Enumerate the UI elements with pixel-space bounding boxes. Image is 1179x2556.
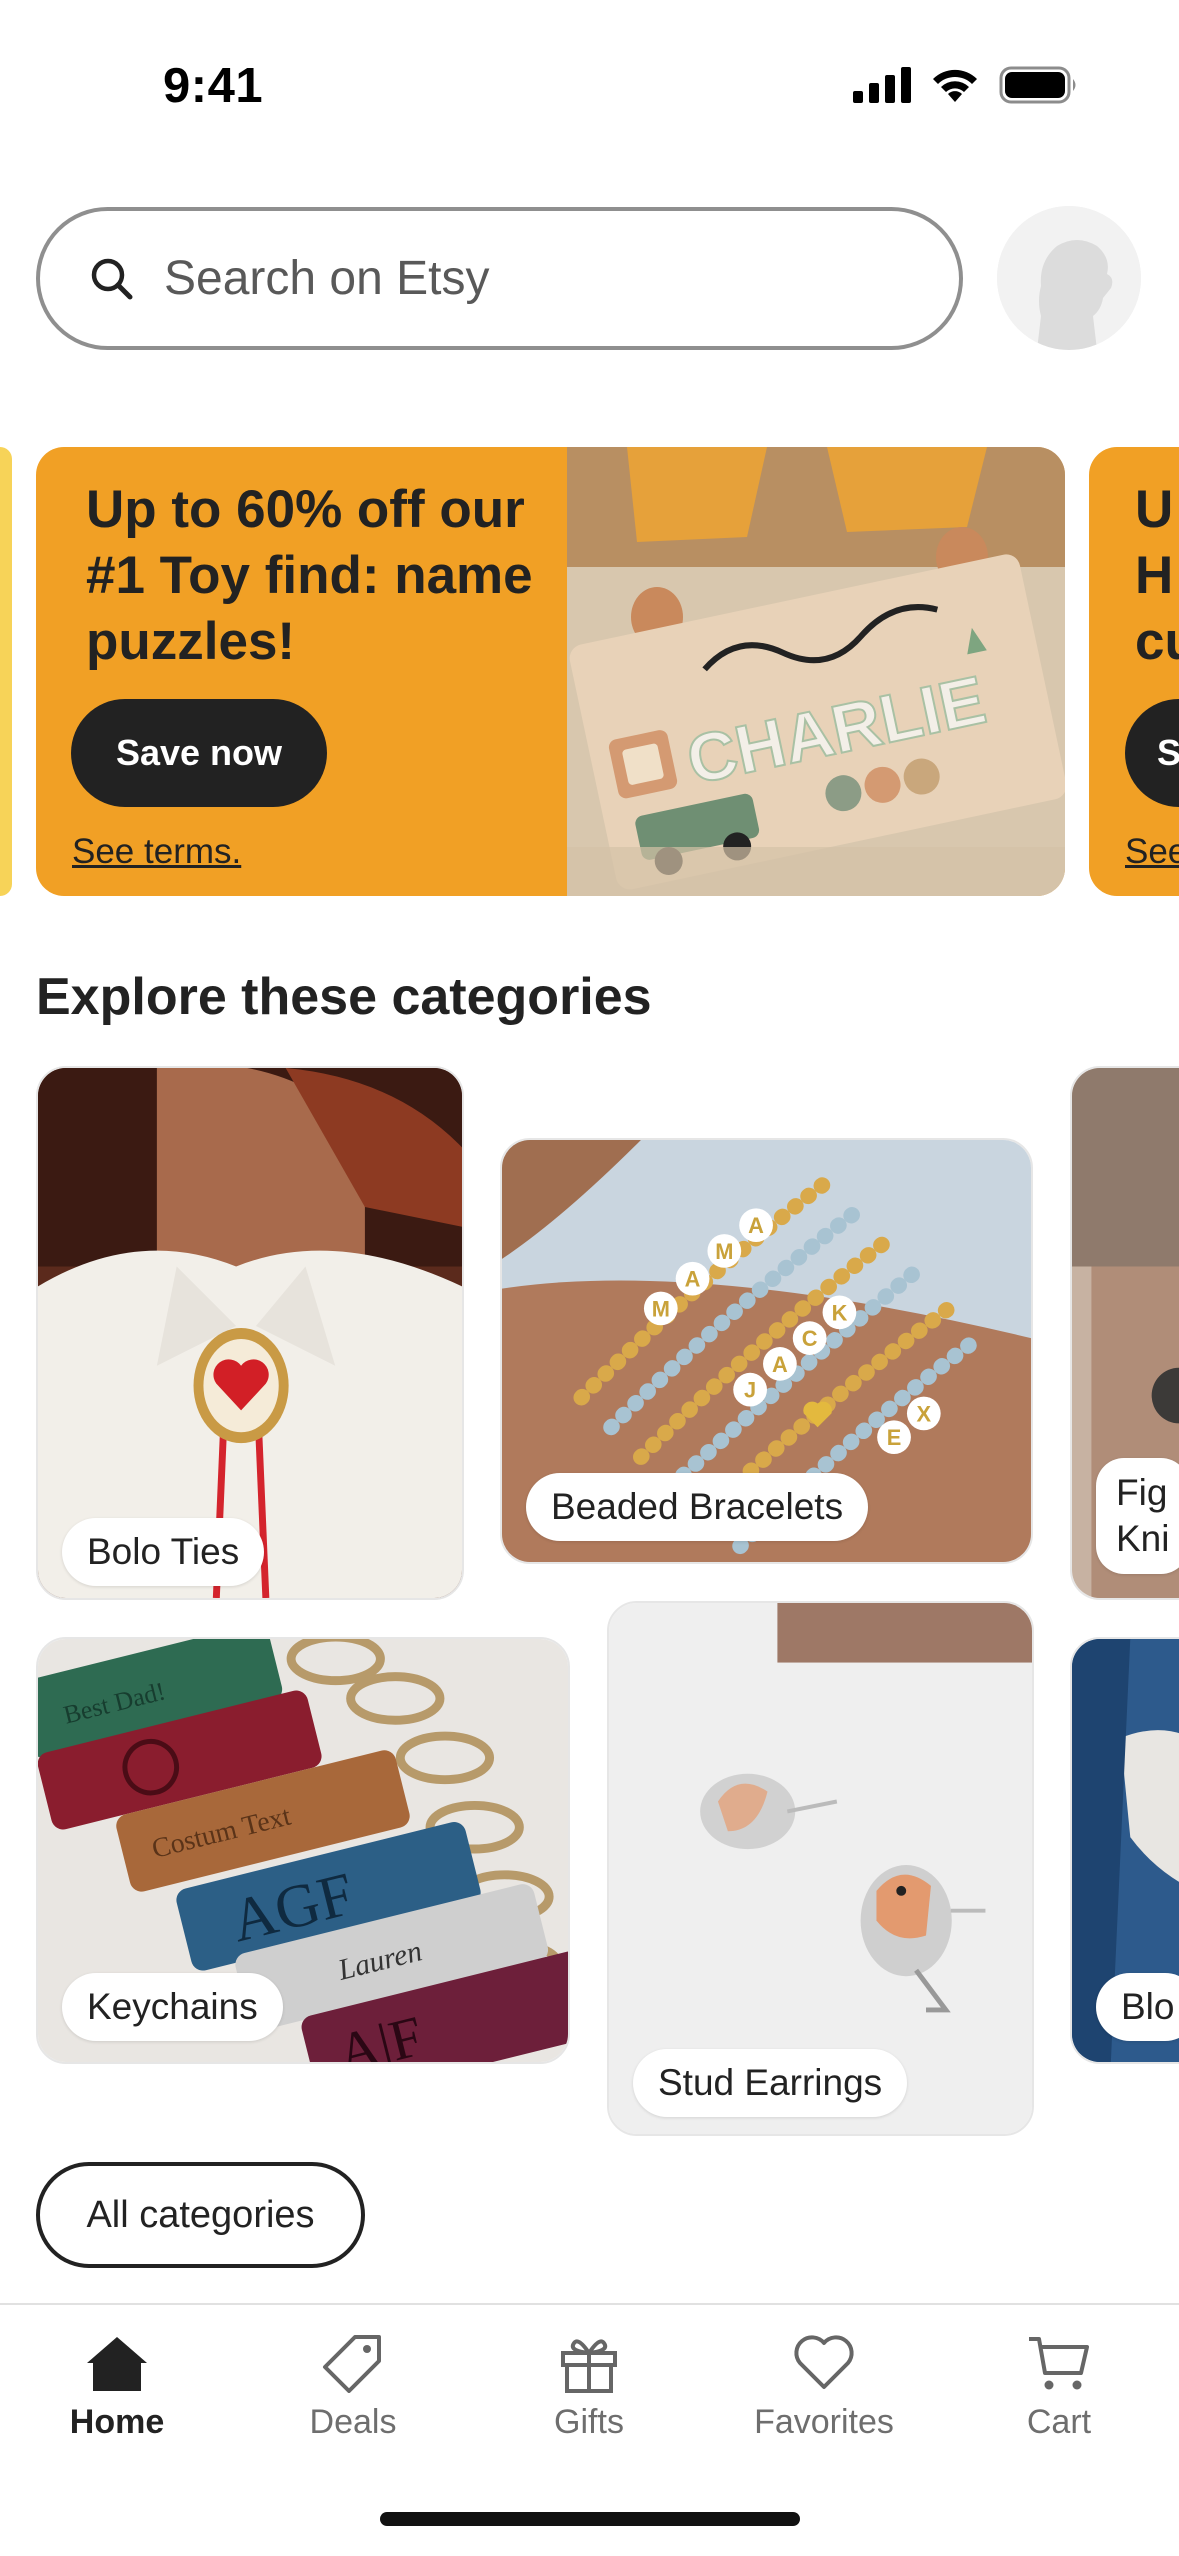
search-icon xyxy=(91,258,133,299)
categories-title: Explore these categories xyxy=(36,968,652,1026)
tab-favorites-label: Favorites xyxy=(754,2403,894,2441)
tab-home-label: Home xyxy=(69,2403,165,2441)
category-label-beaded-bracelets: Beaded Bracelets xyxy=(526,1473,869,1541)
all-categories-button[interactable]: All categories xyxy=(36,2162,365,2268)
svg-text:X: X xyxy=(917,1401,932,1426)
tag-icon xyxy=(323,2335,381,2393)
gift-icon xyxy=(561,2339,617,2393)
category-label-blouses: Blo xyxy=(1096,1973,1179,2041)
next-promo-headline: U H cu xyxy=(1135,480,1179,671)
category-card-beaded-bracelets[interactable]: M A M A J A C K E X Beaded Bracelets xyxy=(500,1138,1033,1564)
tab-cart[interactable]: Cart xyxy=(959,2333,1159,2442)
profile-silhouette-icon xyxy=(997,206,1141,350)
tab-deals[interactable]: Deals xyxy=(253,2333,453,2442)
svg-text:A: A xyxy=(772,1352,788,1377)
cart-icon xyxy=(1029,2337,1089,2390)
status-time: 9:41 xyxy=(163,59,264,113)
category-label-keychains: Keychains xyxy=(62,1973,283,2041)
svg-text:A: A xyxy=(748,1213,764,1238)
svg-text:J: J xyxy=(744,1378,756,1403)
promo-card[interactable]: Up to 60% off our #1 Toy find: name puzz… xyxy=(36,447,1065,896)
save-now-button[interactable]: Save now xyxy=(71,699,327,807)
tab-gifts-label: Gifts xyxy=(554,2403,624,2441)
tab-favorites[interactable]: Favorites xyxy=(724,2333,924,2442)
promo-card-next[interactable]: U H cu S See xyxy=(1089,447,1179,896)
next-promo-button[interactable]: S xyxy=(1125,699,1179,807)
category-card-keychains[interactable]: Best Dad! Costum Text AGF Lauren A|F Key… xyxy=(36,1637,570,2064)
svg-text:A: A xyxy=(685,1267,701,1292)
see-terms-link[interactable]: See terms. xyxy=(72,832,241,872)
search-input[interactable]: Search on Etsy xyxy=(36,207,963,350)
svg-text:C: C xyxy=(802,1326,818,1351)
category-card-figurines-partial[interactable]: Fig Kni xyxy=(1070,1066,1179,1600)
promo-headline: Up to 60% off our #1 Toy find: name puzz… xyxy=(86,480,533,671)
category-label-stud-earrings: Stud Earrings xyxy=(633,2049,908,2117)
category-card-bolo-ties[interactable]: Bolo Ties xyxy=(36,1066,464,1600)
category-label-figurines: Fig Kni xyxy=(1096,1458,1179,1574)
cellular-signal-icon xyxy=(853,67,911,103)
tab-cart-label: Cart xyxy=(1026,2403,1092,2441)
search-placeholder: Search on Etsy xyxy=(164,252,490,305)
category-card-stud-earrings[interactable]: Stud Earrings xyxy=(607,1601,1034,2136)
category-card-blouses-partial[interactable]: Blo xyxy=(1070,1637,1179,2064)
wifi-icon xyxy=(933,69,977,102)
home-icon xyxy=(87,2337,147,2391)
next-promo-terms-link[interactable]: See xyxy=(1125,832,1179,872)
name-puzzle-image: CHARLIE xyxy=(567,447,1065,896)
svg-text:M: M xyxy=(652,1296,670,1321)
battery-icon xyxy=(999,66,1076,104)
profile-avatar[interactable] xyxy=(997,206,1141,350)
promo-card-previous[interactable] xyxy=(0,447,12,896)
status-bar: 9:41 xyxy=(0,0,1179,175)
svg-text:M: M xyxy=(715,1239,733,1264)
category-label-bolo-ties: Bolo Ties xyxy=(62,1518,265,1586)
tab-gifts[interactable]: Gifts xyxy=(489,2333,689,2442)
heart-icon xyxy=(794,2335,854,2389)
home-indicator xyxy=(380,2512,800,2526)
tab-home[interactable]: Home xyxy=(17,2333,217,2442)
status-icons xyxy=(853,66,1079,104)
svg-text:K: K xyxy=(832,1300,848,1325)
svg-text:E: E xyxy=(887,1425,902,1450)
tab-deals-label: Deals xyxy=(309,2403,397,2441)
